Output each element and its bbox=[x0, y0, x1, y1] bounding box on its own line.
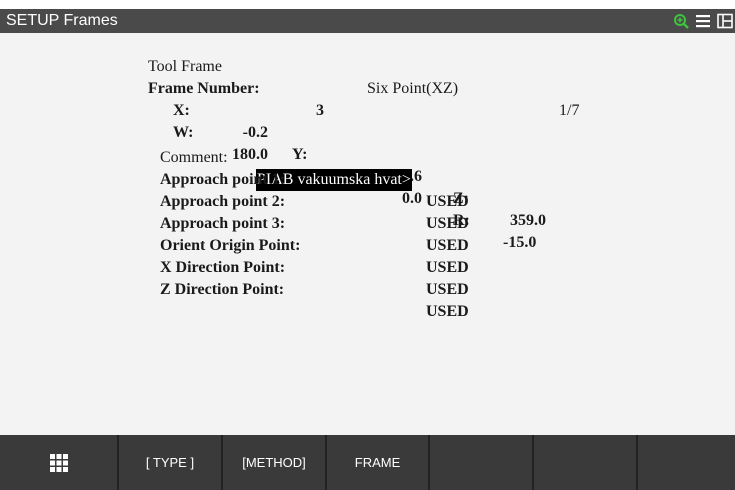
f4-button[interactable] bbox=[430, 435, 534, 490]
header-row: Tool Frame Six Point(XZ) 1/7 bbox=[0, 34, 579, 119]
wpr-row: W: 180.0 P: 0.0 R: -15.0 bbox=[0, 100, 536, 251]
comment-row: Comment: PIAB vakuumska hvat> bbox=[0, 125, 412, 191]
f5-button[interactable] bbox=[534, 435, 638, 490]
f1-type-button[interactable]: [ TYPE ] bbox=[119, 435, 223, 490]
menu-icon[interactable] bbox=[693, 11, 713, 31]
point-label: Z Direction Point: bbox=[160, 281, 285, 298]
f2-method-button[interactable]: [METHOD] bbox=[223, 435, 327, 490]
point-status: USED bbox=[426, 237, 469, 254]
r-value: -15.0 bbox=[503, 234, 537, 251]
z-value: 359.0 bbox=[510, 212, 546, 229]
frame-number-value: 3 bbox=[316, 102, 324, 119]
point-status: USED bbox=[426, 193, 469, 210]
page-indicator: 1/7 bbox=[559, 102, 580, 119]
point-row-5[interactable]: X Direction Point: USED bbox=[0, 235, 469, 298]
point-row-6[interactable]: Z Direction Point: USED bbox=[0, 257, 469, 320]
point-row-4[interactable]: Orient Origin Point: USED bbox=[0, 213, 469, 276]
method-label: Six Point(XZ) bbox=[367, 80, 459, 97]
top-strip bbox=[0, 0, 735, 9]
y-label: Y: bbox=[292, 146, 308, 163]
p-value: 0.0 bbox=[402, 190, 422, 207]
grid-icon bbox=[49, 453, 68, 472]
point-row-2[interactable]: Approach point 2: USED bbox=[0, 169, 469, 232]
frame-number-row: Frame Number: 3 bbox=[0, 56, 324, 119]
xyz-row: X: -0.2 Y: 0.6 Z: 359.0 bbox=[0, 78, 546, 229]
title-bar-icons bbox=[669, 11, 735, 31]
point-label: Approach point 2: bbox=[160, 193, 286, 210]
x-label: X: bbox=[173, 102, 190, 119]
frame-detail-screen: Tool Frame Six Point(XZ) 1/7 Frame Numbe… bbox=[0, 33, 735, 435]
menus-button[interactable] bbox=[0, 435, 119, 490]
point-row-3[interactable]: Approach point 3: USED bbox=[0, 191, 469, 254]
point-label: Orient Origin Point: bbox=[160, 237, 301, 254]
point-status: USED bbox=[426, 281, 469, 298]
point-label: X Direction Point: bbox=[160, 259, 286, 276]
split-window-icon[interactable] bbox=[715, 11, 735, 31]
f3-frame-button[interactable]: FRAME bbox=[327, 435, 430, 490]
point-row-1[interactable]: Approach point 1: USED bbox=[0, 147, 469, 210]
next-button[interactable] bbox=[638, 435, 735, 490]
comment-label: Comment: bbox=[160, 149, 228, 166]
point-label: Approach point 3: bbox=[160, 215, 286, 232]
title-bar: SETUP Frames bbox=[0, 9, 735, 33]
point-status: USED bbox=[426, 259, 469, 276]
zoom-in-icon[interactable] bbox=[671, 11, 691, 31]
tool-frame-label: Tool Frame bbox=[148, 58, 222, 75]
point-status: USED bbox=[426, 215, 469, 232]
window-title: SETUP Frames bbox=[6, 12, 118, 29]
function-key-bar: [ TYPE ] [METHOD] FRAME bbox=[0, 435, 735, 490]
x-value: -0.2 bbox=[242, 124, 268, 141]
frame-number-label: Frame Number: bbox=[148, 80, 260, 97]
point-label: Approach point 1: bbox=[160, 171, 286, 188]
w-label: W: bbox=[173, 124, 194, 141]
point-status: USED bbox=[426, 303, 469, 320]
